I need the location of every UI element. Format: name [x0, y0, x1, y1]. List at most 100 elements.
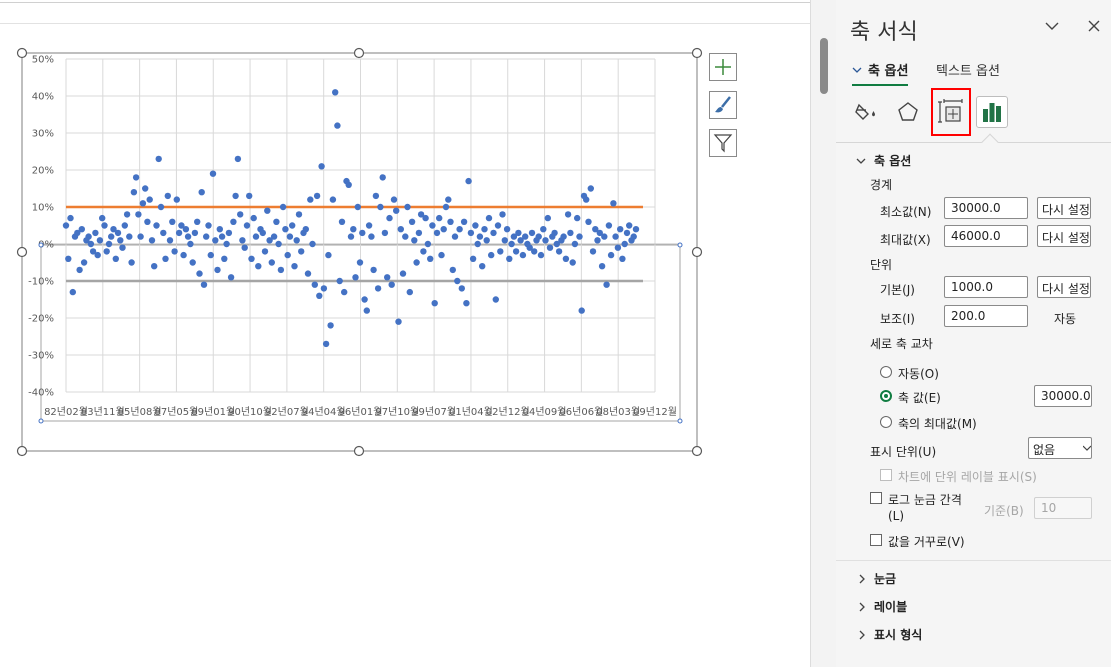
data-point: [196, 270, 203, 277]
scrollbar-thumb[interactable]: [820, 38, 828, 94]
worksheet-area[interactable]: 50% 40% 30% 20% 10% 0% -10% -20% -30% -40% 82년02월…: [0, 0, 810, 667]
resize-handle[interactable]: [353, 445, 365, 457]
crosses-max-radio[interactable]: [880, 416, 892, 428]
data-point: [463, 300, 470, 307]
crosses-auto-radio[interactable]: [880, 366, 892, 378]
close-pane-button[interactable]: [1082, 14, 1106, 38]
fill-line-button[interactable]: [850, 96, 882, 128]
divider: [836, 560, 1111, 561]
pane-options-button[interactable]: [1040, 14, 1064, 38]
minor-unit-input[interactable]: 200.0: [944, 305, 1028, 327]
resize-handle[interactable]: [691, 47, 703, 59]
resize-handle[interactable]: [691, 445, 703, 457]
data-point: [209, 170, 217, 177]
crosses-axis-value-label: 축 값(E): [898, 391, 941, 405]
data-point: [485, 214, 493, 222]
log-scale-checkbox[interactable]: [870, 492, 882, 504]
number-format-section-header[interactable]: 표시 형식: [858, 626, 922, 643]
data-point: [605, 222, 613, 229]
plot-area-handle[interactable]: [677, 242, 683, 248]
data-point: [617, 226, 624, 233]
plot-area-handle[interactable]: [38, 418, 44, 424]
data-point: [499, 211, 506, 218]
chevron-right-icon: [859, 574, 865, 583]
resize-handle[interactable]: [353, 47, 365, 59]
minimum-input[interactable]: 30000.0: [944, 197, 1028, 219]
data-point: [630, 233, 637, 240]
data-point: [544, 214, 551, 222]
data-point: [393, 207, 400, 214]
effects-button[interactable]: [892, 96, 924, 128]
data-point: [311, 281, 318, 288]
major-unit-reset-button[interactable]: 다시 설정: [1037, 276, 1091, 298]
show-units-label-checkbox[interactable]: [880, 469, 892, 481]
data-point: [490, 229, 497, 237]
crosses-axis-value-radio[interactable]: [880, 390, 892, 402]
log-base-input[interactable]: 10: [1034, 497, 1092, 519]
data-point: [623, 229, 631, 237]
data-point: [225, 229, 233, 237]
plot-area-handle[interactable]: [38, 242, 44, 248]
chart-styles-button[interactable]: [709, 91, 737, 119]
tab-axis-options[interactable]: 축 옵션: [852, 60, 909, 86]
data-point: [497, 248, 504, 255]
data-point: [237, 211, 244, 218]
chart-elements-button[interactable]: [709, 53, 737, 81]
data-point: [117, 237, 124, 244]
data-point: [252, 233, 260, 240]
data-point: [569, 259, 576, 266]
data-point: [402, 233, 409, 240]
divider: [836, 142, 1111, 143]
tab-text-options[interactable]: 텍스트 옵션: [936, 60, 1000, 79]
y-tick-label: -40%: [28, 388, 54, 399]
data-point: [492, 296, 499, 303]
data-point: [422, 214, 429, 222]
data-point: [162, 255, 169, 262]
chart[interactable]: 50%40%30%20%10%0%-10%-20%-30%-40% 82년02월…: [0, 0, 810, 667]
resize-handle[interactable]: [16, 445, 28, 457]
data-point: [291, 263, 298, 270]
data-point: [404, 203, 411, 211]
values-reverse-checkbox[interactable]: [870, 534, 882, 546]
data-point: [501, 237, 508, 244]
data-point: [191, 229, 199, 237]
data-point: [456, 226, 463, 233]
data-point: [594, 237, 601, 244]
data-point: [313, 192, 321, 200]
resize-handle[interactable]: [16, 47, 28, 59]
pentagon-icon: [898, 102, 918, 121]
data-point: [322, 340, 330, 348]
data-point: [479, 263, 486, 270]
data-point: [522, 233, 529, 240]
vertical-scrollbar[interactable]: [810, 0, 836, 667]
resize-handle[interactable]: [16, 246, 28, 258]
excel-window: 50% 40% 30% 20% 10% 0% -10% -20% -30% -40% 82년02월…: [0, 0, 1111, 667]
data-point: [221, 255, 228, 262]
resize-handle[interactable]: [691, 246, 703, 258]
tick-marks-section-header[interactable]: 눈금: [858, 570, 896, 587]
axis-options-button[interactable]: [976, 96, 1008, 128]
data-point: [368, 233, 375, 240]
axis-options-section-header[interactable]: 축 옵션: [856, 152, 911, 169]
data-point: [411, 237, 418, 244]
maximum-reset-button[interactable]: 다시 설정: [1037, 225, 1091, 247]
data-point: [112, 255, 120, 262]
data-point: [574, 214, 581, 222]
tab-label: 축 옵션: [868, 64, 909, 79]
data-point: [139, 200, 147, 207]
data-point: [365, 222, 373, 229]
maximum-input[interactable]: 46000.0: [944, 225, 1028, 247]
data-point: [212, 237, 219, 244]
data-point: [130, 189, 138, 196]
labels-section-header[interactable]: 레이블: [858, 598, 907, 615]
crosses-max-label: 축의 최대값(M): [898, 417, 977, 431]
major-unit-input[interactable]: 1000.0: [944, 276, 1028, 298]
plot-area-handle[interactable]: [677, 418, 683, 424]
size-properties-button[interactable]: [931, 88, 971, 136]
data-point: [567, 229, 574, 237]
minimum-reset-button[interactable]: 다시 설정: [1037, 197, 1091, 219]
data-point: [356, 259, 364, 266]
data-point: [474, 240, 481, 248]
chart-filters-button[interactable]: [709, 129, 737, 157]
crosses-axis-value-input[interactable]: 30000.0: [1034, 385, 1092, 407]
